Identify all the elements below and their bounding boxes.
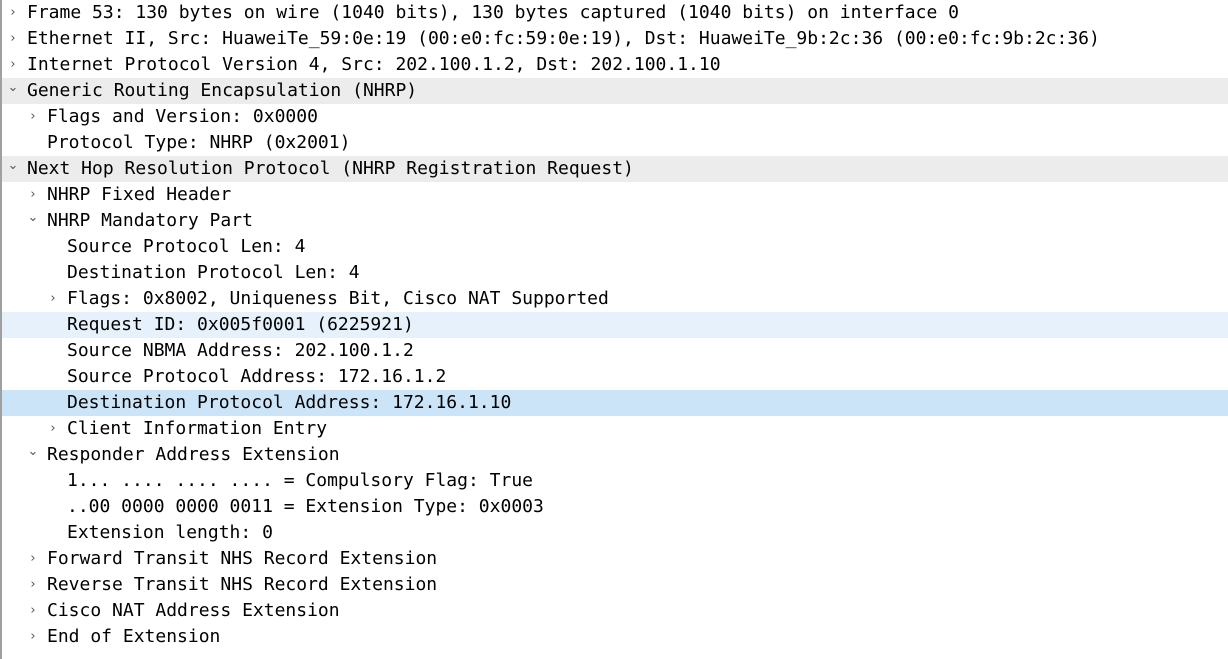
chevron-right-icon[interactable]: › xyxy=(26,624,40,650)
tree-row-label: Protocol Type: NHRP (0x2001) xyxy=(47,132,351,153)
chevron-right-icon[interactable]: › xyxy=(26,572,40,598)
tree-row-reverse-transit-nhs-record-extension[interactable]: › Reverse Transit NHS Record Extension xyxy=(2,572,1228,598)
tree-row-request-id[interactable]: Request ID: 0x005f0001 (6225921) xyxy=(2,312,1228,338)
tree-row-label: Extension length: 0 xyxy=(67,522,273,543)
tree-row-label: Flags and Version: 0x0000 xyxy=(47,106,318,127)
chevron-right-icon[interactable]: › xyxy=(46,416,60,442)
tree-row-destination-protocol-address[interactable]: Destination Protocol Address: 172.16.1.1… xyxy=(2,390,1228,416)
tree-row-label: Internet Protocol Version 4, Src: 202.10… xyxy=(27,54,721,75)
tree-row-extension-type[interactable]: ..00 0000 0000 0011 = Extension Type: 0x… xyxy=(2,494,1228,520)
tree-row-label: End of Extension xyxy=(47,626,221,647)
tree-row-label: Flags: 0x8002, Uniqueness Bit, Cisco NAT… xyxy=(67,288,609,309)
tree-row-label: Source Protocol Address: 172.16.1.2 xyxy=(67,366,447,387)
tree-row-ipv4[interactable]: › Internet Protocol Version 4, Src: 202.1… xyxy=(2,52,1228,78)
chevron-down-icon[interactable]: ⌄ xyxy=(26,442,40,468)
tree-row-label: 1... .... .... .... = Compulsory Flag: T… xyxy=(67,470,533,491)
tree-row-nhrp-fixed-header[interactable]: › NHRP Fixed Header xyxy=(2,182,1228,208)
tree-row-client-information-entry[interactable]: › Client Information Entry xyxy=(2,416,1228,442)
tree-row-compulsory-flag[interactable]: 1... .... .... .... = Compulsory Flag: T… xyxy=(2,468,1228,494)
tree-row-responder-address-extension[interactable]: ⌄ Responder Address Extension xyxy=(2,442,1228,468)
tree-row-frame[interactable]: › Frame 53: 130 bytes on wire (1040 bits)… xyxy=(2,0,1228,26)
chevron-right-icon[interactable]: › xyxy=(6,52,20,78)
chevron-down-icon[interactable]: ⌄ xyxy=(6,156,20,182)
tree-row-label: ..00 0000 0000 0011 = Extension Type: 0x… xyxy=(67,496,544,517)
tree-row-gre-flags-version[interactable]: › Flags and Version: 0x0000 xyxy=(2,104,1228,130)
tree-row-nhrp-mandatory-part[interactable]: ⌄ NHRP Mandatory Part xyxy=(2,208,1228,234)
packet-details-tree[interactable]: › Frame 53: 130 bytes on wire (1040 bits)… xyxy=(2,0,1228,650)
tree-row-label: Ethernet II, Src: HuaweiTe_59:0e:19 (00:… xyxy=(27,28,1100,49)
tree-row-label: Reverse Transit NHS Record Extension xyxy=(47,574,438,595)
tree-row-end-of-extension[interactable]: › End of Extension xyxy=(2,624,1228,650)
tree-row-label: Client Information Entry xyxy=(67,418,328,439)
tree-row-label: Destination Protocol Len: 4 xyxy=(67,262,360,283)
tree-row-nhrp[interactable]: ⌄ Next Hop Resolution Protocol (NHRP Regi… xyxy=(2,156,1228,182)
tree-row-label: Source Protocol Len: 4 xyxy=(67,236,306,257)
tree-row-label: Destination Protocol Address: 172.16.1.1… xyxy=(67,392,512,413)
tree-row-label: NHRP Mandatory Part xyxy=(47,210,253,231)
tree-row-source-protocol-len[interactable]: Source Protocol Len: 4 xyxy=(2,234,1228,260)
chevron-right-icon[interactable]: › xyxy=(46,286,60,312)
chevron-right-icon[interactable]: › xyxy=(6,26,20,52)
tree-row-label: Responder Address Extension xyxy=(47,444,340,465)
tree-row-label: Generic Routing Encapsulation (NHRP) xyxy=(27,80,418,101)
chevron-right-icon[interactable]: › xyxy=(6,0,20,26)
chevron-right-icon[interactable]: › xyxy=(26,598,40,624)
tree-row-label: Request ID: 0x005f0001 (6225921) xyxy=(67,314,414,335)
tree-row-label: Frame 53: 130 bytes on wire (1040 bits),… xyxy=(27,2,959,23)
tree-row-label: Cisco NAT Address Extension xyxy=(47,600,340,621)
tree-row-label: Source NBMA Address: 202.100.1.2 xyxy=(67,340,414,361)
chevron-down-icon[interactable]: ⌄ xyxy=(6,78,20,104)
tree-row-source-protocol-address[interactable]: Source Protocol Address: 172.16.1.2 xyxy=(2,364,1228,390)
tree-row-gre[interactable]: ⌄ Generic Routing Encapsulation (NHRP) xyxy=(2,78,1228,104)
chevron-right-icon[interactable]: › xyxy=(26,546,40,572)
chevron-down-icon[interactable]: ⌄ xyxy=(26,208,40,234)
tree-row-nhrp-flags[interactable]: › Flags: 0x8002, Uniqueness Bit, Cisco NA… xyxy=(2,286,1228,312)
tree-row-label: NHRP Fixed Header xyxy=(47,184,232,205)
tree-row-destination-protocol-len[interactable]: Destination Protocol Len: 4 xyxy=(2,260,1228,286)
tree-row-source-nbma-address[interactable]: Source NBMA Address: 202.100.1.2 xyxy=(2,338,1228,364)
tree-row-gre-protocol-type[interactable]: Protocol Type: NHRP (0x2001) xyxy=(2,130,1228,156)
tree-row-label: Forward Transit NHS Record Extension xyxy=(47,548,438,569)
chevron-right-icon[interactable]: › xyxy=(26,104,40,130)
tree-row-extension-length[interactable]: Extension length: 0 xyxy=(2,520,1228,546)
chevron-right-icon[interactable]: › xyxy=(26,182,40,208)
tree-row-ethernet[interactable]: › Ethernet II, Src: HuaweiTe_59:0e:19 (00… xyxy=(2,26,1228,52)
tree-row-cisco-nat-address-extension[interactable]: › Cisco NAT Address Extension xyxy=(2,598,1228,624)
tree-row-forward-transit-nhs-record-extension[interactable]: › Forward Transit NHS Record Extension xyxy=(2,546,1228,572)
tree-row-label: Next Hop Resolution Protocol (NHRP Regis… xyxy=(27,158,634,179)
